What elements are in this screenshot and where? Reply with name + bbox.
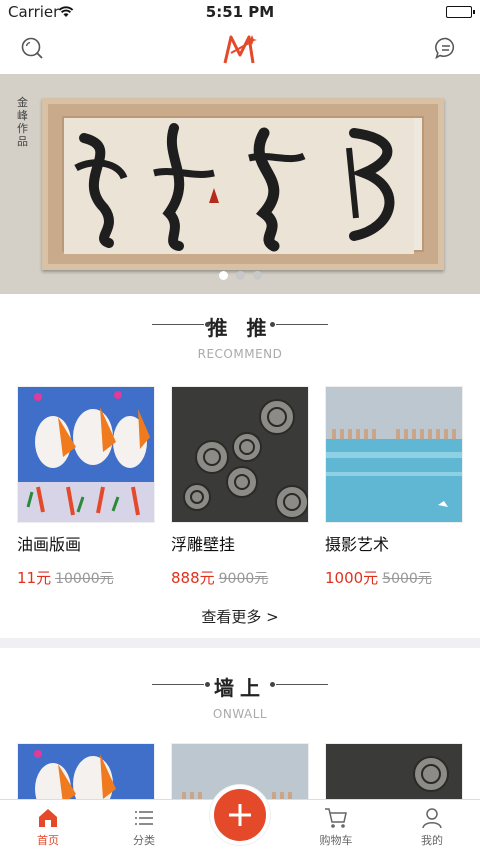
banner-artwork <box>42 98 444 270</box>
tab-label: 分类 <box>133 834 155 847</box>
product-card[interactable]: 浮雕壁挂 888元 9000元 <box>171 386 309 588</box>
section-divider <box>0 638 480 648</box>
product-name: 浮雕壁挂 <box>171 535 236 554</box>
header-divider <box>270 682 328 687</box>
home-icon <box>39 809 57 827</box>
tab-category[interactable]: 分类 <box>96 800 192 853</box>
product-image[interactable] <box>17 386 155 523</box>
cart-icon <box>325 808 347 828</box>
status-bar: Carrier 5:51 PM <box>0 0 480 24</box>
app-logo <box>222 33 258 69</box>
tab-home[interactable]: 首页 <box>0 800 96 853</box>
tab-profile[interactable]: 我的 <box>384 800 480 853</box>
onwall-subtitle: ONWALL <box>212 707 268 721</box>
clock: 5:51 PM <box>205 3 275 21</box>
onwall-item-image[interactable] <box>17 743 155 803</box>
product-original-price: 9000元 <box>218 571 269 587</box>
carousel-dot[interactable] <box>252 271 262 280</box>
user-icon <box>422 808 442 829</box>
product-price-row: 888元 9000元 <box>171 567 309 588</box>
top-nav <box>0 24 480 74</box>
onwall-title: 墙上 <box>214 676 266 700</box>
product-price: 1000元 <box>325 569 379 587</box>
carousel-dot[interactable] <box>218 271 228 280</box>
product-original-price: 10000元 <box>55 571 114 587</box>
message-icon[interactable] <box>434 36 458 64</box>
recommend-section-header: 推 推 RECOMMEND <box>0 312 480 361</box>
list-icon <box>135 811 153 825</box>
product-original-price: 5000元 <box>382 571 432 587</box>
see-more-link[interactable]: 查看更多 > <box>0 606 480 627</box>
recommend-title: 推 推 <box>207 316 273 340</box>
header-divider <box>270 322 328 327</box>
product-image[interactable] <box>325 386 463 523</box>
carousel-indicator[interactable] <box>0 265 480 284</box>
tab-label: 购物车 <box>319 834 353 847</box>
product-price-row: 11元 10000元 <box>17 567 155 588</box>
product-name: 油画版画 <box>17 535 82 554</box>
tab-label: 首页 <box>37 834 59 847</box>
tab-label: 我的 <box>421 834 443 847</box>
calligraphy-illustration <box>64 118 414 254</box>
product-card[interactable]: 油画版画 11元 10000元 <box>17 386 155 588</box>
banner-carousel[interactable]: 金峰作品 <box>0 74 480 294</box>
header-divider <box>152 322 210 327</box>
header-divider <box>152 682 210 687</box>
recommend-subtitle: RECOMMEND <box>197 347 283 361</box>
product-price: 11元 <box>17 569 52 587</box>
product-price: 888元 <box>171 569 215 587</box>
search-icon[interactable] <box>20 36 44 64</box>
product-name: 摄影艺术 <box>325 535 390 554</box>
product-price-row: 1000元 5000元 <box>325 567 463 588</box>
carousel-dot[interactable] <box>235 271 245 280</box>
onwall-section-header: 墙上 ONWALL <box>0 672 480 721</box>
product-image[interactable] <box>171 386 309 523</box>
banner-artist-caption: 金峰作品 <box>17 96 28 148</box>
plus-icon <box>229 804 251 826</box>
product-card[interactable]: 摄影艺术 1000元 5000元 <box>325 386 463 588</box>
onwall-item-image[interactable] <box>325 743 463 803</box>
tab-cart[interactable]: 购物车 <box>288 800 384 853</box>
add-button[interactable] <box>210 785 270 845</box>
battery-icon <box>446 6 475 18</box>
